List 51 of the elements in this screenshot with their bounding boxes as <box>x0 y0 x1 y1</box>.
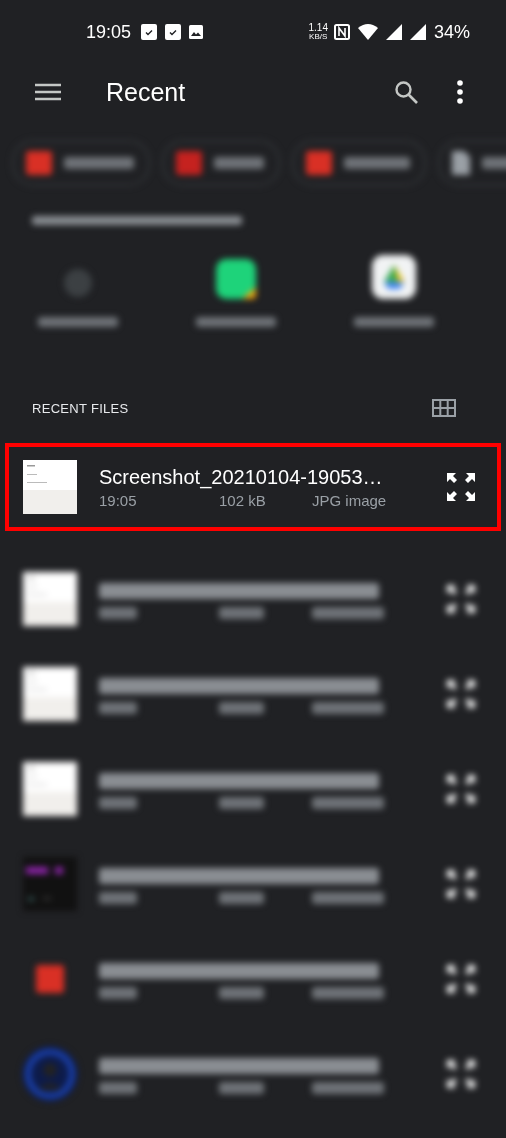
blurred-text <box>219 797 264 809</box>
signal-icon <box>409 24 426 40</box>
battery-level: 34% <box>433 21 470 43</box>
blurred-text <box>219 607 264 619</box>
status-time: 19:05 <box>86 21 132 43</box>
section-heading: RECENT FILES <box>32 400 129 416</box>
category-icon <box>26 151 52 175</box>
expand-icon[interactable] <box>445 471 477 503</box>
category-icon <box>176 151 202 175</box>
network-speed: 1.14 <box>308 23 328 33</box>
blurred-text <box>99 607 137 619</box>
blurred-text <box>99 1082 137 1094</box>
category-chip[interactable] <box>162 140 280 186</box>
app-icon[interactable] <box>216 259 256 299</box>
blurred-text <box>99 987 137 999</box>
file-name: Screenshot_20210104-19053… <box>99 465 384 489</box>
blurred-text <box>312 987 384 999</box>
blurred-text <box>219 892 264 904</box>
checkbox-notification-icon <box>165 24 182 40</box>
category-chip[interactable] <box>12 140 150 186</box>
blurred-text <box>312 797 384 809</box>
signal-icon <box>385 24 402 40</box>
document-icon <box>452 151 470 175</box>
blurred-text <box>99 702 137 714</box>
blurred-text <box>312 702 384 714</box>
blurred-text <box>99 892 137 904</box>
file-size: 102 kB <box>219 491 267 509</box>
more-options-icon[interactable] <box>456 80 464 104</box>
blurred-text <box>219 702 264 714</box>
blurred-text <box>99 797 137 809</box>
nfc-icon <box>333 24 350 40</box>
menu-icon[interactable] <box>35 83 61 101</box>
category-icon <box>306 151 332 175</box>
wifi-icon <box>357 24 378 40</box>
drive-icon[interactable] <box>372 255 416 299</box>
grid-view-icon[interactable] <box>432 399 456 417</box>
highlighted-file-row[interactable]: Screenshot_20210104-19053… 19:05 102 kB JPG image <box>5 443 501 531</box>
category-chip[interactable] <box>292 140 426 186</box>
document-icon <box>36 965 64 993</box>
blurred-text <box>219 987 264 999</box>
blurred-text <box>312 1082 384 1094</box>
image-notification-icon <box>189 25 204 39</box>
page-title: Recent <box>106 77 186 107</box>
checkbox-notification-icon <box>141 24 158 40</box>
search-icon[interactable] <box>394 80 418 104</box>
file-type: JPG image <box>312 491 387 509</box>
blurred-text <box>312 607 384 619</box>
speed-unit: KB/S <box>309 33 328 41</box>
file-time: 19:05 <box>99 491 138 509</box>
blurred-text <box>219 1082 264 1094</box>
blurred-text <box>312 892 384 904</box>
